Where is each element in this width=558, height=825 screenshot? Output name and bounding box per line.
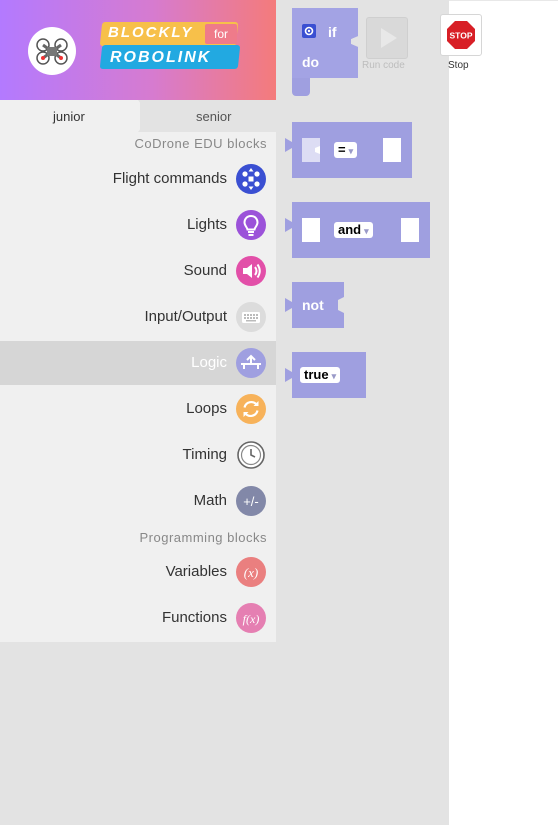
boolean-value-dropdown[interactable]: true ▾ [300, 367, 341, 383]
dropdown-arrow-icon: ▾ [364, 226, 369, 236]
category-logic[interactable]: Logic [0, 341, 276, 385]
drone-icon [236, 164, 266, 194]
category-loops[interactable]: Loops [0, 387, 276, 431]
variable-glyph: (x) [244, 565, 258, 580]
clock-icon [236, 440, 266, 470]
code-area[interactable] [449, 0, 558, 825]
function-glyph: f(x) [243, 612, 260, 626]
dropdown-arrow-icon: ▾ [348, 146, 354, 156]
app-header: BLOCKLY for ROBOLINK [0, 0, 276, 100]
lightbulb-icon [236, 210, 266, 240]
category-label: Functions [161, 609, 227, 626]
keyboard-icon [236, 302, 266, 332]
category-timing[interactable]: Timing [0, 433, 276, 477]
boolean-value: true [304, 367, 329, 382]
stop-sign-text: STOP [450, 31, 473, 41]
logo-for-text: for [205, 24, 237, 44]
logic-icon [236, 348, 266, 378]
tab-junior-label: junior [53, 109, 85, 124]
category-label: Logic [191, 354, 227, 371]
block-compare[interactable]: = ▾ [284, 122, 414, 180]
stop-button[interactable]: STOP [440, 14, 482, 56]
category-label: Timing [182, 446, 227, 463]
tab-senior[interactable]: senior [138, 100, 276, 132]
category-label: Input/Output [144, 308, 227, 325]
block-if-do[interactable]: if do [288, 6, 362, 98]
stop-sign-icon: STOP [447, 21, 475, 49]
plus-minus-icon: +/- [236, 486, 266, 516]
not-label: not [302, 297, 324, 313]
drone-avatar-icon [28, 27, 76, 75]
play-icon [381, 28, 397, 48]
category-variables[interactable]: Variables (x) [0, 550, 276, 594]
category-input-output[interactable]: Input/Output [0, 295, 276, 339]
section-title-codrone: CoDrone EDU blocks [134, 136, 267, 151]
logo-blockly-text: BLOCKLY [108, 24, 194, 41]
run-code-label: Run code [362, 60, 405, 71]
do-label: do [302, 54, 320, 70]
compare-operator-value: = [338, 142, 346, 157]
category-math[interactable]: Math +/- [0, 479, 276, 523]
category-functions[interactable]: Functions f(x) [0, 596, 276, 640]
run-code-button[interactable] [366, 17, 408, 59]
compare-operator-dropdown[interactable]: = ▾ [334, 142, 358, 158]
math-glyph: +/- [243, 494, 259, 509]
tab-junior[interactable]: junior [0, 100, 140, 132]
function-icon: f(x) [236, 603, 266, 633]
category-label: Loops [186, 400, 227, 417]
gear-icon[interactable] [302, 24, 316, 38]
block-boolean[interactable]: true ▾ [284, 352, 368, 398]
block-logic-operation[interactable]: and ▾ [284, 202, 432, 260]
logic-operator-value: and [338, 222, 362, 237]
toolbox: CoDrone EDU blocks Flight commands Light… [0, 132, 276, 642]
section-title-programming: Programming blocks [139, 530, 267, 545]
speaker-icon [236, 256, 266, 286]
category-label: Lights [186, 216, 227, 233]
category-label: Sound [183, 262, 227, 279]
logic-operator-dropdown[interactable]: and ▾ [334, 222, 373, 238]
category-label: Flight commands [112, 170, 227, 187]
category-flight-commands[interactable]: Flight commands [0, 157, 276, 201]
dropdown-arrow-icon: ▾ [331, 371, 337, 381]
tab-senior-label: senior [196, 109, 232, 124]
category-lights[interactable]: Lights [0, 203, 276, 247]
category-label: Math [193, 492, 227, 509]
logo-robolink-text: ROBOLINK [110, 49, 212, 66]
category-label: Variables [165, 563, 227, 580]
variable-icon: (x) [236, 557, 266, 587]
category-sound[interactable]: Sound [0, 249, 276, 293]
stop-label: Stop [448, 60, 469, 71]
if-label: if [328, 24, 337, 40]
block-not[interactable]: not [284, 282, 346, 328]
loop-icon [236, 394, 266, 424]
